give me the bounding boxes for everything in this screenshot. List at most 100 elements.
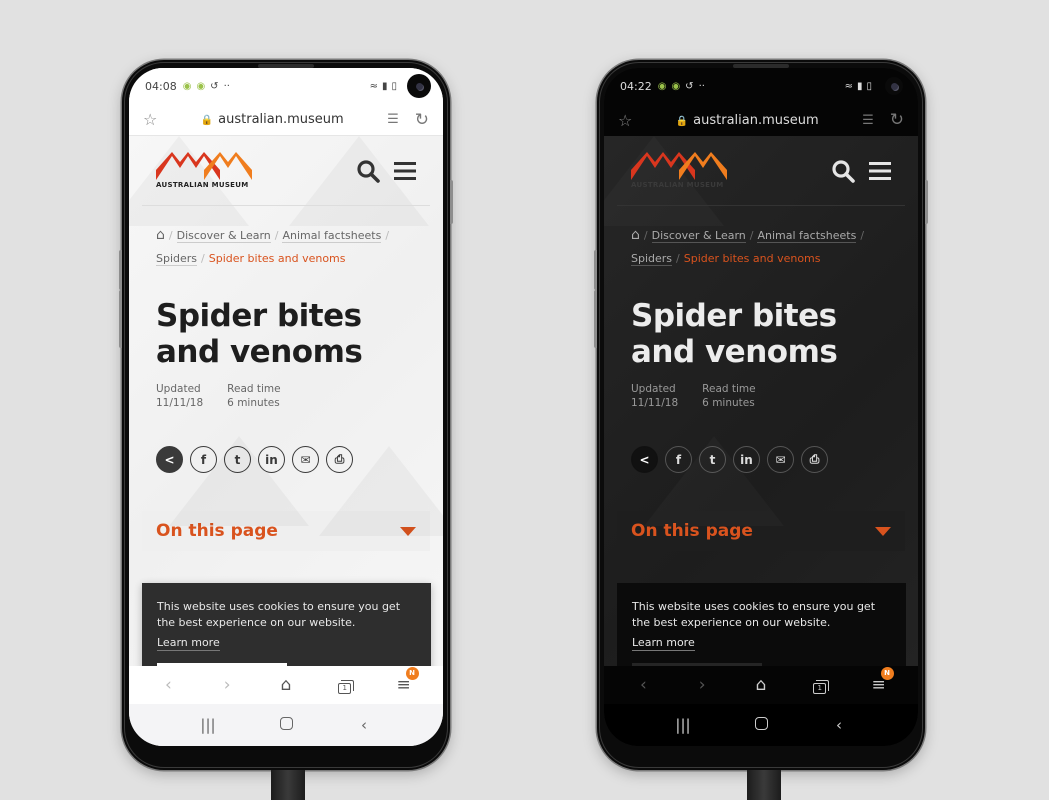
url-text: australian.museum <box>693 112 819 128</box>
url-bar: ☆ 🔒 australian.museum ☰ ↻ <box>129 104 443 136</box>
browser-toolbar: ‹ › ⌂ 1 ≡ N <box>129 666 443 704</box>
site-header: AUSTRALIAN MUSEUM <box>617 136 905 206</box>
bg-decoration <box>644 436 784 526</box>
learn-more-link[interactable]: Learn more <box>157 636 220 651</box>
updated-value: 11/11/18 <box>631 397 679 409</box>
reload-icon[interactable]: ↻ <box>890 110 904 130</box>
home-icon[interactable]: ⌂ <box>156 227 165 243</box>
australian-museum-logo[interactable]: AUSTRALIAN MUSEUM <box>631 152 727 189</box>
front-camera <box>407 74 431 98</box>
volume-down-button <box>594 290 597 348</box>
reader-mode-icon[interactable]: ☰ <box>862 113 874 128</box>
cookie-banner: This website uses cookies to ensure you … <box>617 583 906 666</box>
breadcrumb-spiders[interactable]: Spiders <box>156 252 198 266</box>
address-field[interactable]: 🔒 australian.museum <box>632 113 862 128</box>
bookmark-star-icon[interactable]: ☆ <box>143 110 157 129</box>
home-square-icon <box>754 717 768 730</box>
phone-dark: 04:22 ◉ ◉ ↺ ·· ≈ ▮ ▯ ☆ 🔒 australian.museu… <box>594 60 928 770</box>
article-meta: Updated 11/11/18 Read time 6 minutes <box>156 382 416 410</box>
more-icon: ·· <box>698 80 705 92</box>
sync-icon: ↺ <box>210 80 219 92</box>
tabs-icon: 1 <box>813 680 830 694</box>
volume-up-button <box>594 250 597 290</box>
system-navigation-bar: ||| ‹ <box>129 704 443 746</box>
home-button[interactable] <box>271 716 301 734</box>
power-button <box>925 180 928 224</box>
breadcrumb-current: Spider bites and venoms <box>208 252 346 265</box>
url-bar: ☆ 🔒 australian.museum ☰ ↻ <box>604 104 918 136</box>
tabs-icon: 1 <box>338 680 355 694</box>
logo-mark <box>631 152 727 180</box>
bg-decoration <box>319 446 443 536</box>
home-icon[interactable]: ⌂ <box>266 675 306 695</box>
tabs-button[interactable]: 1 <box>800 675 840 695</box>
signal-icon: ▮ <box>381 80 388 92</box>
australian-museum-logo[interactable]: AUSTRALIAN MUSEUM <box>156 152 252 189</box>
battery-icon: ▯ <box>391 80 397 92</box>
browser-toolbar: ‹ › ⌂ 1 ≡ N <box>604 666 918 704</box>
wifi-icon: ≈ <box>844 80 853 92</box>
tabs-button[interactable]: 1 <box>325 675 365 695</box>
cookie-message: This website uses cookies to ensure you … <box>632 600 876 629</box>
updated-value: 11/11/18 <box>156 397 204 409</box>
notification-badge: N <box>405 667 419 680</box>
search-icon[interactable] <box>356 159 380 183</box>
read-time-value: 6 minutes <box>702 397 755 409</box>
back-button-icon[interactable]: ‹ <box>824 716 854 734</box>
home-button[interactable] <box>746 716 776 734</box>
back-icon[interactable]: ‹ <box>623 675 663 695</box>
bookmark-star-icon[interactable]: ☆ <box>618 111 632 130</box>
address-field[interactable]: 🔒 australian.museum <box>157 112 387 127</box>
caret-down-icon <box>875 527 891 536</box>
status-bar: 04:22 ◉ ◉ ↺ ·· ≈ ▮ ▯ <box>604 68 918 104</box>
learn-more-link[interactable]: Learn more <box>632 636 695 651</box>
breadcrumb-animal-factsheets[interactable]: Animal factsheets <box>757 229 857 243</box>
read-time-value: 6 minutes <box>227 397 280 409</box>
url-text: australian.museum <box>218 112 344 127</box>
home-icon[interactable]: ⌂ <box>741 675 781 695</box>
screen: 04:08 ◉ ◉ ↺ ·· ≈ ▮ ▯ ☆ 🔒 australian.museu… <box>129 68 443 746</box>
power-button <box>450 180 453 224</box>
lock-icon: 🔒 <box>675 115 689 127</box>
android-icon: ◉ <box>182 80 192 92</box>
android-icon: ◉ <box>657 80 667 92</box>
back-button-icon[interactable]: ‹ <box>349 716 379 734</box>
volume-down-button <box>119 290 122 348</box>
print-icon[interactable]: ⎙ <box>801 446 828 473</box>
breadcrumb-discover-learn[interactable]: Discover & Learn <box>176 229 271 243</box>
breadcrumb-animal-factsheets[interactable]: Animal factsheets <box>282 229 382 243</box>
hamburger-menu-icon[interactable] <box>394 161 416 181</box>
signal-icon: ▮ <box>856 80 863 92</box>
reader-mode-icon[interactable]: ☰ <box>387 112 399 127</box>
notification-badge: N <box>880 667 894 680</box>
status-bar: 04:08 ◉ ◉ ↺ ·· ≈ ▮ ▯ <box>129 68 443 104</box>
web-page: AUSTRALIAN MUSEUM ⌂ / Discover & Learn / Ani… <box>604 136 918 666</box>
forward-icon[interactable]: › <box>207 675 247 695</box>
status-time: 04:08 <box>145 79 177 93</box>
breadcrumb-discover-learn[interactable]: Discover & Learn <box>651 229 746 243</box>
home-square-icon <box>279 717 293 730</box>
phone-light: 04:08 ◉ ◉ ↺ ·· ≈ ▮ ▯ ☆ 🔒 australian.museu… <box>119 60 453 770</box>
screen: 04:22 ◉ ◉ ↺ ·· ≈ ▮ ▯ ☆ 🔒 australian.museu… <box>604 68 918 746</box>
forward-icon[interactable]: › <box>682 675 722 695</box>
home-icon[interactable]: ⌂ <box>631 227 640 243</box>
logo-text: AUSTRALIAN MUSEUM <box>631 181 724 189</box>
recent-apps-icon[interactable]: ||| <box>668 716 698 734</box>
sync-icon: ↺ <box>685 80 694 92</box>
recent-apps-icon[interactable]: ||| <box>193 716 223 734</box>
back-icon[interactable]: ‹ <box>148 675 188 695</box>
cookie-banner: This website uses cookies to ensure you … <box>142 583 431 666</box>
page-title: Spider bites and venoms <box>631 298 838 370</box>
android-icon: ◉ <box>671 80 681 92</box>
logo-text: AUSTRALIAN MUSEUM <box>156 181 249 189</box>
reload-icon[interactable]: ↻ <box>415 110 429 130</box>
lock-icon: 🔒 <box>200 115 214 126</box>
menu-button[interactable]: ≡ N <box>384 667 424 695</box>
front-camera <box>885 77 903 95</box>
menu-button[interactable]: ≡ N <box>859 667 899 695</box>
web-page: AUSTRALIAN MUSEUM ⌂ / Discover & Learn / Ani… <box>129 136 443 666</box>
hamburger-menu-icon[interactable] <box>869 161 891 181</box>
breadcrumb-spiders[interactable]: Spiders <box>631 252 673 266</box>
search-icon[interactable] <box>831 159 855 183</box>
updated-label: Updated <box>631 383 676 395</box>
